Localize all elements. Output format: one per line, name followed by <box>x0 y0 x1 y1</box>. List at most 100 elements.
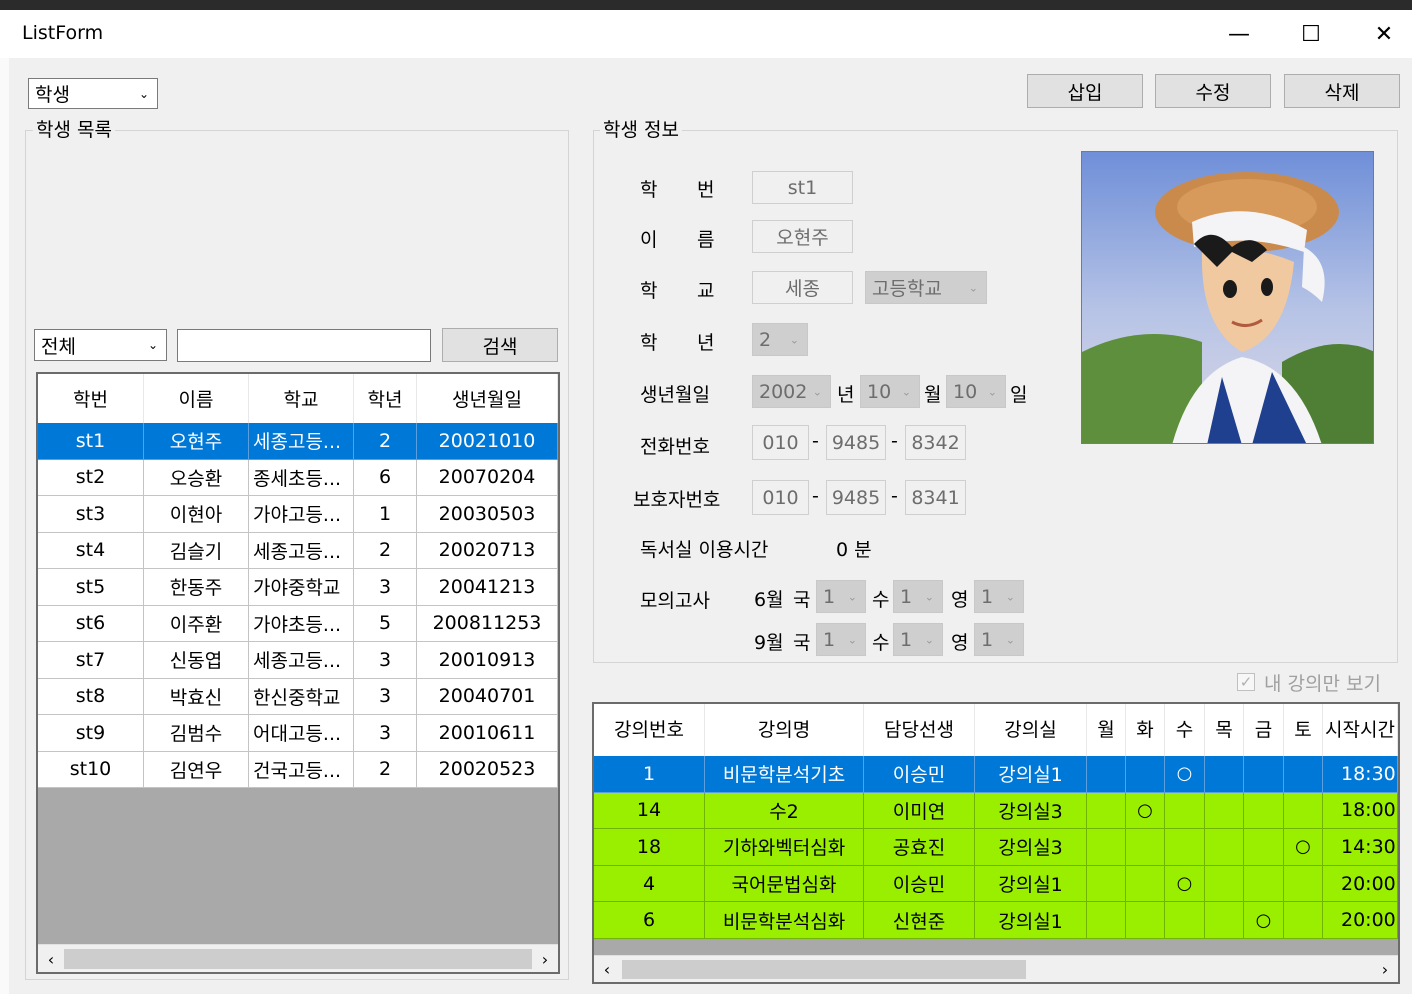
table-row[interactable]: st6 이주환 가야초등... 5 200811253 <box>38 605 558 642</box>
lecture-column-header-fri[interactable]: 금 <box>1244 704 1284 756</box>
mock-kor-select[interactable]: 1 ⌄ <box>816 580 866 613</box>
table-row[interactable]: st8 박효신 한신중학교 3 20040701 <box>38 678 558 715</box>
guardian-phone-part-3[interactable]: 8341 <box>905 480 966 515</box>
table-row[interactable]: st10 김연우 건국고등... 2 20020523 <box>38 751 558 788</box>
category-select[interactable]: 학생 ⌄ <box>28 78 158 109</box>
scroll-left-icon[interactable]: ‹ <box>38 945 64 972</box>
scroll-right-icon[interactable]: › <box>1372 956 1398 982</box>
student-id-field[interactable]: st1 <box>752 171 853 204</box>
edit-button[interactable]: 수정 <box>1155 74 1271 108</box>
guardian-phone-part-2[interactable]: 9485 <box>826 480 886 515</box>
student-grid-hscrollbar[interactable]: ‹ › <box>38 944 558 972</box>
cell-grade: 3 <box>354 678 417 715</box>
mock-kor-select[interactable]: 1 ⌄ <box>816 623 866 656</box>
table-row[interactable]: 14 수2 이미연 강의실3 ○ 18:00 <box>594 792 1398 830</box>
table-row[interactable]: 6 비문학분석심화 신현준 강의실1 ○ 20:00 <box>594 902 1398 939</box>
mock-math-select[interactable]: 1 ⌄ <box>893 580 943 613</box>
cell-name: 오현주 <box>144 423 249 460</box>
chevron-down-icon: ⌄ <box>968 281 978 294</box>
cell-tue <box>1126 756 1165 793</box>
filter-select[interactable]: 전체 ⌄ <box>34 329 167 361</box>
phone-part-1[interactable]: 010 <box>752 425 809 460</box>
column-header-grade[interactable]: 학년 <box>354 374 417 423</box>
column-header-birth[interactable]: 생년월일 <box>417 374 558 423</box>
mock-kor-value: 1 <box>823 628 836 651</box>
student-name-field[interactable]: 오현주 <box>752 220 853 253</box>
lecture-column-header-thu[interactable]: 목 <box>1205 704 1244 756</box>
lecture-grid-hscrollbar[interactable]: ‹ › <box>594 955 1398 982</box>
table-row[interactable]: 1 비문학분석기초 이승민 강의실1 ○ 18:30 <box>594 756 1398 793</box>
table-row[interactable]: st3 이현아 가야고등... 1 20030503 <box>38 496 558 533</box>
table-row[interactable]: st9 김범수 어대고등... 3 20010611 <box>38 715 558 752</box>
chevron-down-icon: ⌄ <box>138 86 149 101</box>
cell-id: st1 <box>38 423 144 460</box>
table-row[interactable]: st4 김슬기 세종고등... 2 20020713 <box>38 532 558 569</box>
column-header-id[interactable]: 학번 <box>38 374 144 423</box>
scroll-right-icon[interactable]: › <box>532 945 558 972</box>
filter-select-value: 전체 <box>41 335 76 358</box>
cell-room: 강의실1 <box>975 865 1087 903</box>
my-lectures-checkbox[interactable]: ✓ <box>1237 673 1255 691</box>
birth-year-select[interactable]: 2002 ⌄ <box>752 375 831 408</box>
close-button[interactable]: ✕ <box>1352 10 1412 58</box>
student-grid[interactable]: 학번 이름 학교 학년 생년월일 st1 오현주 세종고등... 2 20021010 st2 오승환… <box>36 372 560 974</box>
cell-start: 20:00 <box>1323 902 1398 939</box>
scroll-left-icon[interactable]: ‹ <box>594 956 620 982</box>
mock-math-select[interactable]: 1 ⌄ <box>893 623 943 656</box>
guardian-phone-part-1[interactable]: 010 <box>752 480 809 515</box>
minimize-button[interactable]: — <box>1207 10 1271 58</box>
table-row[interactable]: st1 오현주 세종고등... 2 20021010 <box>38 423 558 460</box>
mock-eng-select[interactable]: 1 ⌄ <box>974 580 1024 613</box>
school-type-value: 고등학교 <box>872 278 942 300</box>
cell-mon <box>1087 865 1126 903</box>
cell-school: 가야중학교 <box>249 569 354 606</box>
cell-name: 박효신 <box>144 678 249 715</box>
cell-no: 1 <box>594 756 705 793</box>
birth-day-select[interactable]: 10 ⌄ <box>946 375 1006 408</box>
lecture-column-header-no[interactable]: 강의번호 <box>594 704 705 756</box>
delete-button[interactable]: 삭제 <box>1284 74 1400 108</box>
lecture-column-header-wed[interactable]: 수 <box>1165 704 1205 756</box>
maximize-button[interactable]: ☐ <box>1279 10 1343 58</box>
lecture-grid-scroll-thumb[interactable] <box>622 960 1026 979</box>
lecture-column-header-room[interactable]: 강의실 <box>975 704 1087 756</box>
lecture-grid[interactable]: 강의번호 강의명 담당선생 강의실 월 화 수 목 금 토 시작시간 1 비문학분석기초 이승민 강의실1 ○… <box>592 702 1400 984</box>
birth-month-select[interactable]: 10 ⌄ <box>860 375 920 408</box>
table-row[interactable]: st2 오승환 종세초등... 6 20070204 <box>38 459 558 496</box>
lecture-column-header-sat[interactable]: 토 <box>1284 704 1323 756</box>
search-input[interactable] <box>177 329 431 362</box>
cell-name: 기하와벡터심화 <box>705 829 864 866</box>
table-row[interactable]: 4 국어문법심화 이승민 강의실1 ○ 20:00 <box>594 865 1398 903</box>
lecture-column-header-teacher[interactable]: 담당선생 <box>864 704 975 756</box>
table-row[interactable]: 18 기하와벡터심화 공효진 강의실3 ○ 14:30 <box>594 829 1398 866</box>
table-row[interactable]: st7 신동엽 세종고등... 3 20010913 <box>38 642 558 679</box>
column-header-school[interactable]: 학교 <box>249 374 354 423</box>
cell-id: st5 <box>38 569 144 606</box>
phone-part-2[interactable]: 9485 <box>826 425 886 460</box>
lecture-column-header-name[interactable]: 강의명 <box>705 704 864 756</box>
study-room-label: 독서실 이용시간 <box>640 539 769 561</box>
lecture-column-header-mon[interactable]: 월 <box>1087 704 1126 756</box>
cell-teacher: 이승민 <box>864 865 975 903</box>
column-header-name[interactable]: 이름 <box>144 374 249 423</box>
lecture-column-header-tue[interactable]: 화 <box>1126 704 1165 756</box>
lecture-column-header-start[interactable]: 시작시간 <box>1323 704 1398 756</box>
cell-tue <box>1126 829 1165 866</box>
window-title: ListForm <box>22 22 104 44</box>
student-grid-scroll-thumb[interactable] <box>64 949 532 969</box>
school-name-field[interactable]: 세종 <box>752 271 853 304</box>
cell-no: 6 <box>594 902 705 939</box>
school-type-select[interactable]: 고등학교 ⌄ <box>865 271 987 304</box>
birth-year-value: 2002 <box>759 380 808 403</box>
phone-part-3[interactable]: 8342 <box>905 425 966 460</box>
grade-select[interactable]: 2 ⌄ <box>752 323 808 356</box>
mock-eng-select[interactable]: 1 ⌄ <box>974 623 1024 656</box>
insert-button[interactable]: 삽입 <box>1027 74 1143 108</box>
title-bar[interactable] <box>0 10 1412 58</box>
phone-label: 전화번호 <box>640 436 710 458</box>
table-row[interactable]: st5 한동주 가야중학교 3 20041213 <box>38 569 558 606</box>
mock-exam-label: 모의고사 <box>640 590 710 612</box>
student-portrait-image <box>1082 152 1373 443</box>
mock-kor-value: 1 <box>823 585 836 608</box>
search-button[interactable]: 검색 <box>442 328 558 362</box>
